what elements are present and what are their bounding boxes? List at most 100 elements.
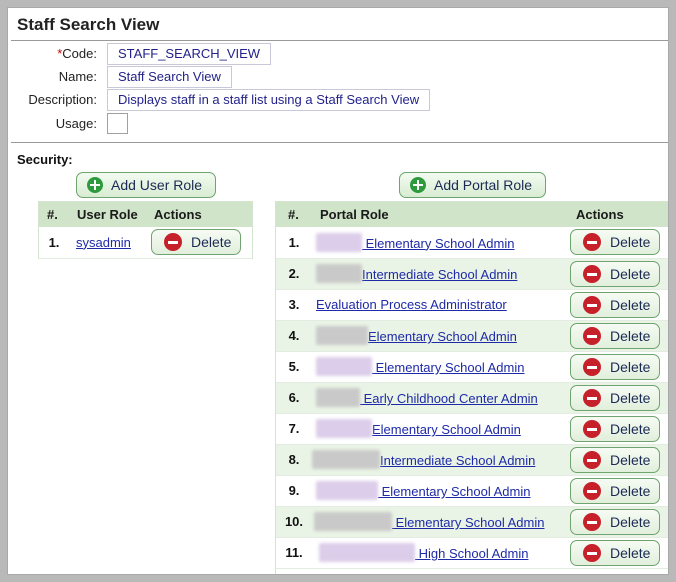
- minus-circle-icon: [583, 295, 601, 314]
- code-value: STAFF_SEARCH_VIEW: [107, 43, 272, 65]
- table-header-row: #. User Role Actions: [39, 202, 252, 227]
- usage-label: Usage:: [55, 116, 97, 131]
- minus-circle-icon: [583, 481, 601, 500]
- delete-button[interactable]: Delete: [151, 229, 241, 256]
- row-number: 1.: [39, 227, 69, 259]
- code-label: *Code:: [57, 46, 97, 61]
- redacted-text: [316, 357, 372, 376]
- row-number: 7.: [276, 413, 312, 445]
- col-number-header: #.: [276, 202, 312, 227]
- row-number: 1.: [276, 227, 312, 259]
- row-number: 10.: [276, 506, 312, 538]
- add-portal-role-label: Add Portal Role: [434, 177, 533, 193]
- description-label: Description:: [28, 92, 97, 107]
- security-label: Security:: [17, 152, 73, 167]
- redacted-text: [316, 232, 362, 252]
- minus-circle-icon: [583, 450, 601, 469]
- delete-button[interactable]: Delete: [570, 384, 660, 411]
- delete-button[interactable]: Delete: [570, 446, 660, 473]
- delete-label: Delete: [610, 482, 651, 499]
- minus-circle-icon: [583, 326, 601, 345]
- name-value: Staff Search View: [107, 66, 232, 88]
- add-user-role-label: Add User Role: [111, 177, 203, 193]
- delete-button[interactable]: Delete: [570, 415, 660, 442]
- delete-button[interactable]: Delete: [570, 477, 660, 504]
- portal-role-link[interactable]: Elementary School Admin: [392, 515, 545, 530]
- table-row: 11. High School Admin Delete: [276, 537, 668, 569]
- delete-label: Delete: [610, 296, 651, 313]
- delete-label: Delete: [610, 327, 651, 344]
- col-user-role-header: User Role: [69, 202, 146, 227]
- delete-button[interactable]: Delete: [570, 291, 660, 318]
- delete-label: Delete: [610, 513, 651, 530]
- description-value: Displays staff in a staff list using a S…: [107, 89, 431, 111]
- portal-role-link[interactable]: Evaluation Process Administrator: [316, 297, 507, 312]
- portal-role-link[interactable]: Elementary School Admin: [362, 236, 515, 251]
- name-label: Name:: [58, 69, 97, 84]
- page-title: Staff Search View: [17, 15, 160, 34]
- table-row: 9. Elementary School Admin Delete: [276, 475, 668, 507]
- redacted-text: [316, 388, 360, 407]
- redacted-text: [316, 419, 372, 438]
- add-portal-role-button[interactable]: Add Portal Role: [399, 172, 546, 198]
- delete-label: Delete: [610, 420, 651, 437]
- table-row: 5. Elementary School Admin Delete: [276, 351, 668, 383]
- row-number: 8.: [276, 444, 312, 476]
- delete-label: Delete: [610, 234, 651, 251]
- portal-role-link[interactable]: High School Admin: [415, 546, 529, 561]
- row-number: 9.: [276, 475, 312, 507]
- table-row: 1. sysadmin Delete: [39, 227, 252, 259]
- portal-role-link[interactable]: Early Childhood Center Admin: [360, 391, 538, 406]
- role-detail-panel: Staff Search View *Code: STAFF_SEARCH_VI…: [7, 7, 669, 575]
- portal-role-link[interactable]: Intermediate School Admin: [380, 453, 535, 468]
- usage-checkbox[interactable]: [107, 113, 128, 134]
- table-row: 7. Elementary School Admin Delete: [276, 413, 668, 445]
- delete-label: Delete: [610, 544, 651, 561]
- delete-button[interactable]: Delete: [570, 229, 660, 256]
- portal-role-link[interactable]: Elementary School Admin: [372, 360, 525, 375]
- delete-button[interactable]: Delete: [570, 260, 660, 287]
- portal-role-link[interactable]: Intermediate School Admin: [362, 267, 517, 282]
- delete-label: Delete: [191, 234, 232, 251]
- portal-role-link[interactable]: Elementary School Admin: [368, 329, 517, 344]
- portal-role-link[interactable]: Elementary School Admin: [378, 484, 531, 499]
- delete-label: Delete: [610, 265, 651, 282]
- col-actions-header: Actions: [146, 202, 252, 227]
- delete-button[interactable]: Delete: [570, 322, 660, 349]
- redacted-text: [316, 326, 368, 345]
- col-actions-header: Actions: [568, 202, 668, 227]
- delete-button[interactable]: Delete: [570, 353, 660, 380]
- row-number: 3.: [276, 289, 312, 321]
- minus-circle-icon: [583, 357, 601, 376]
- minus-circle-icon: [583, 419, 601, 438]
- table-row: 1. Elementary School Admin Delete: [276, 227, 668, 259]
- delete-label: Delete: [610, 358, 651, 375]
- plus-circle-icon: [410, 177, 426, 193]
- minus-circle-icon: [164, 233, 182, 252]
- portal-roles-table: #. Portal Role Actions 1. Elementary Sch…: [276, 202, 668, 569]
- minus-circle-icon: [583, 264, 601, 283]
- delete-label: Delete: [610, 451, 651, 468]
- user-roles-table-frame: #. User Role Actions 1. sysadmin Delete: [38, 201, 253, 259]
- row-number: 6.: [276, 382, 312, 414]
- redacted-text: [316, 481, 378, 500]
- portal-role-link[interactable]: Elementary School Admin: [372, 422, 521, 437]
- row-number: 2.: [276, 258, 312, 290]
- minus-circle-icon: [583, 388, 601, 407]
- delete-button[interactable]: Delete: [570, 539, 660, 566]
- add-user-role-button[interactable]: Add User Role: [76, 172, 216, 198]
- divider: [11, 40, 668, 41]
- table-row: 4. Elementary School Admin Delete: [276, 320, 668, 352]
- col-portal-role-header: Portal Role: [312, 202, 568, 227]
- table-row: 2. Intermediate School Admin Delete: [276, 258, 668, 290]
- table-row: 8. Intermediate School Admin Delete: [276, 444, 668, 476]
- redacted-text: [312, 450, 380, 469]
- portal-roles-table-frame: #. Portal Role Actions 1. Elementary Sch…: [275, 201, 668, 574]
- divider: [11, 142, 668, 143]
- row-number: 5.: [276, 351, 312, 383]
- user-role-link[interactable]: sysadmin: [76, 235, 131, 250]
- table-row: 6. Early Childhood Center Admin Delete: [276, 382, 668, 414]
- redacted-text: [316, 264, 362, 283]
- delete-button[interactable]: Delete: [570, 508, 660, 535]
- redacted-text: [314, 512, 392, 531]
